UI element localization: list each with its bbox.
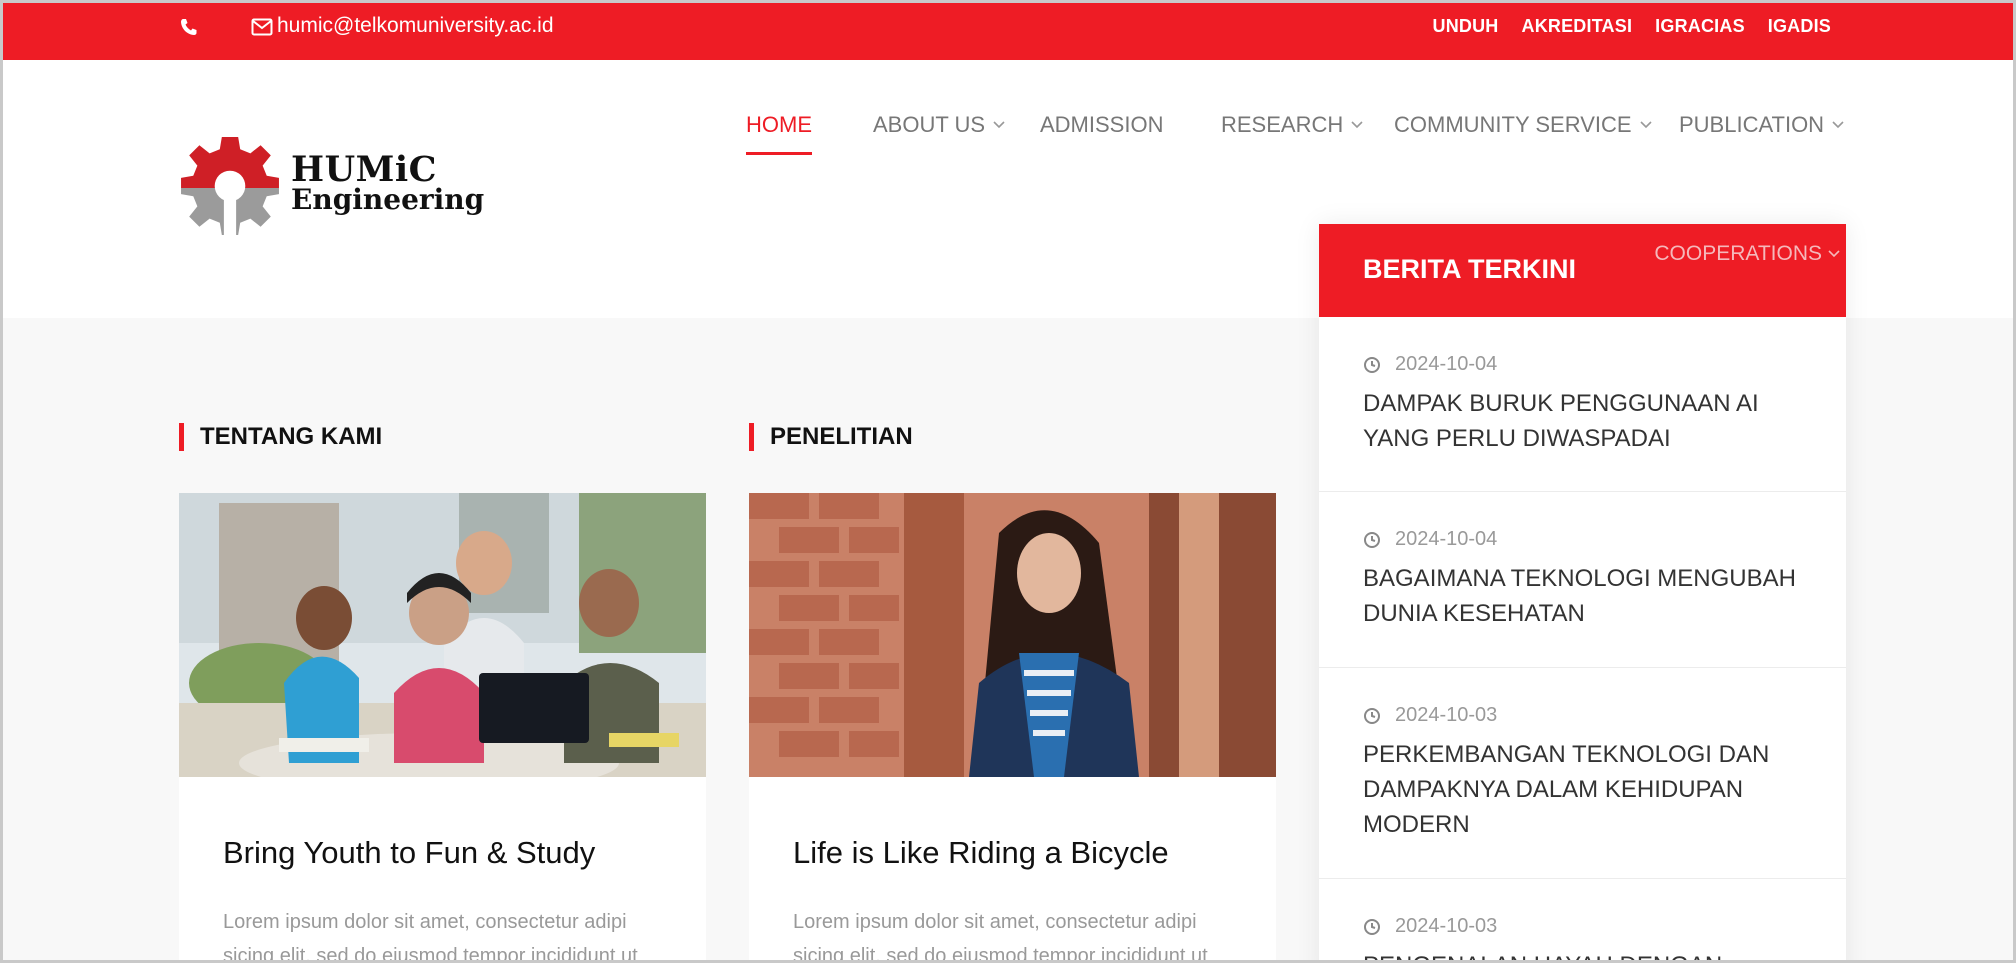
logo-line-2: Engineering <box>291 183 485 216</box>
top-link-akreditasi[interactable]: AKREDITASI <box>1522 16 1633 37</box>
news-date: 2024-10-04 <box>1363 528 1802 551</box>
nav-research[interactable]: RESEARCH <box>1221 112 1363 138</box>
top-links: UNDUH AKREDITASI IGRACIAS IGADIS <box>1433 16 1832 37</box>
nav-home-label: HOME <box>746 112 812 137</box>
nav-publication-label: PUBLICATION <box>1679 112 1825 137</box>
research-card-title[interactable]: Life is Like Riding a Bicycle <box>793 835 1169 871</box>
site-logo[interactable]: HUMiC Engineering <box>179 135 489 247</box>
news-date-text: 2024-10-03 <box>1395 915 1498 937</box>
research-card[interactable]: Life is Like Riding a Bicycle Lorem ipsu… <box>749 493 1276 963</box>
news-headline[interactable]: BAGAIMANA TEKNOLOGI MENGUBAH DUNIA KESEH… <box>1363 561 1802 631</box>
news-title: BERITA TERKINI <box>1363 254 1576 284</box>
nav-admission[interactable]: ADMISSION <box>1040 112 1163 138</box>
contact-email[interactable]: humic@telkomuniversity.ac.id <box>277 14 554 38</box>
news-header: BERITA TERKINI COOPERATIONS <box>1319 224 1846 317</box>
gear-logo-icon <box>181 137 279 237</box>
nav-community-service[interactable]: COMMUNITY SERVICE <box>1394 112 1652 138</box>
mail-icon <box>251 18 273 36</box>
nav-research-label: RESEARCH <box>1221 112 1344 137</box>
about-card[interactable]: Bring Youth to Fun & Study Lorem ipsum d… <box>179 493 706 963</box>
chevron-down-icon <box>1351 121 1363 129</box>
news-date-text: 2024-10-03 <box>1395 704 1498 726</box>
about-card-title[interactable]: Bring Youth to Fun & Study <box>223 835 595 871</box>
news-headline[interactable]: PENGENALAN HAYAH DENGAN <box>1363 948 1802 960</box>
news-item[interactable]: 2024-10-04 BAGAIMANA TEKNOLOGI MENGUBAH … <box>1319 492 1846 668</box>
research-card-excerpt: Lorem ipsum dolor sit amet, consectetur … <box>793 911 1208 963</box>
chevron-down-icon <box>1828 250 1840 258</box>
news-date: 2024-10-04 <box>1363 353 1802 376</box>
nav-about-us-label: ABOUT US <box>873 112 986 137</box>
top-bar: humic@telkomuniversity.ac.id UNDUH AKRED… <box>3 3 2013 60</box>
news-headline[interactable]: PERKEMBANGAN TEKNOLOGI DAN DAMPAKNYA DAL… <box>1363 737 1802 842</box>
phone-icon[interactable] <box>179 17 199 37</box>
clock-icon <box>1364 918 1380 935</box>
students-photo <box>179 493 706 777</box>
news-sidebar: BERITA TERKINI COOPERATIONS 2024-10-04 D… <box>1319 224 1846 960</box>
top-link-igadis[interactable]: IGADIS <box>1768 16 1831 37</box>
logo-wordmark: HUMiC Engineering <box>291 149 485 216</box>
about-card-excerpt: Lorem ipsum dolor sit amet, consectetur … <box>223 911 638 963</box>
nav-cooperations-label: COOPERATIONS <box>1654 242 1822 265</box>
news-item[interactable]: 2024-10-03 PERKEMBANGAN TEKNOLOGI DAN DA… <box>1319 668 1846 879</box>
chevron-down-icon <box>1639 121 1652 129</box>
student-photo <box>749 493 1276 777</box>
nav-publication[interactable]: PUBLICATION <box>1679 112 1844 138</box>
chevron-down-icon <box>1832 121 1844 129</box>
logo-line-1: HUMiC <box>291 149 437 190</box>
news-item[interactable]: 2024-10-04 DAMPAK BURUK PENGGUNAAN AI YA… <box>1319 317 1846 492</box>
news-date: 2024-10-03 <box>1363 915 1802 938</box>
news-date-text: 2024-10-04 <box>1395 353 1498 375</box>
section-title-tentang-kami: TENTANG KAMI <box>179 423 382 451</box>
clock-icon <box>1364 531 1380 548</box>
nav-cooperations[interactable]: COOPERATIONS <box>1654 242 1840 266</box>
news-headline[interactable]: DAMPAK BURUK PENGGUNAAN AI YANG PERLU DI… <box>1363 386 1802 456</box>
chevron-down-icon <box>993 121 1005 129</box>
nav-home[interactable]: HOME <box>746 112 812 155</box>
nav-community-service-label: COMMUNITY SERVICE <box>1394 112 1632 137</box>
nav-about-us[interactable]: ABOUT US <box>873 112 1005 138</box>
news-date: 2024-10-03 <box>1363 704 1802 727</box>
news-item[interactable]: 2024-10-03 PENGENALAN HAYAH DENGAN <box>1319 879 1846 960</box>
page-frame: humic@telkomuniversity.ac.id UNDUH AKRED… <box>0 0 2016 963</box>
clock-icon <box>1364 356 1380 373</box>
news-date-text: 2024-10-04 <box>1395 528 1498 550</box>
section-title-penelitian: PENELITIAN <box>749 423 913 451</box>
clock-icon <box>1364 707 1380 724</box>
nav-admission-label: ADMISSION <box>1040 112 1164 137</box>
top-link-igracias[interactable]: IGRACIAS <box>1655 16 1745 37</box>
top-link-unduh[interactable]: UNDUH <box>1433 16 1499 37</box>
